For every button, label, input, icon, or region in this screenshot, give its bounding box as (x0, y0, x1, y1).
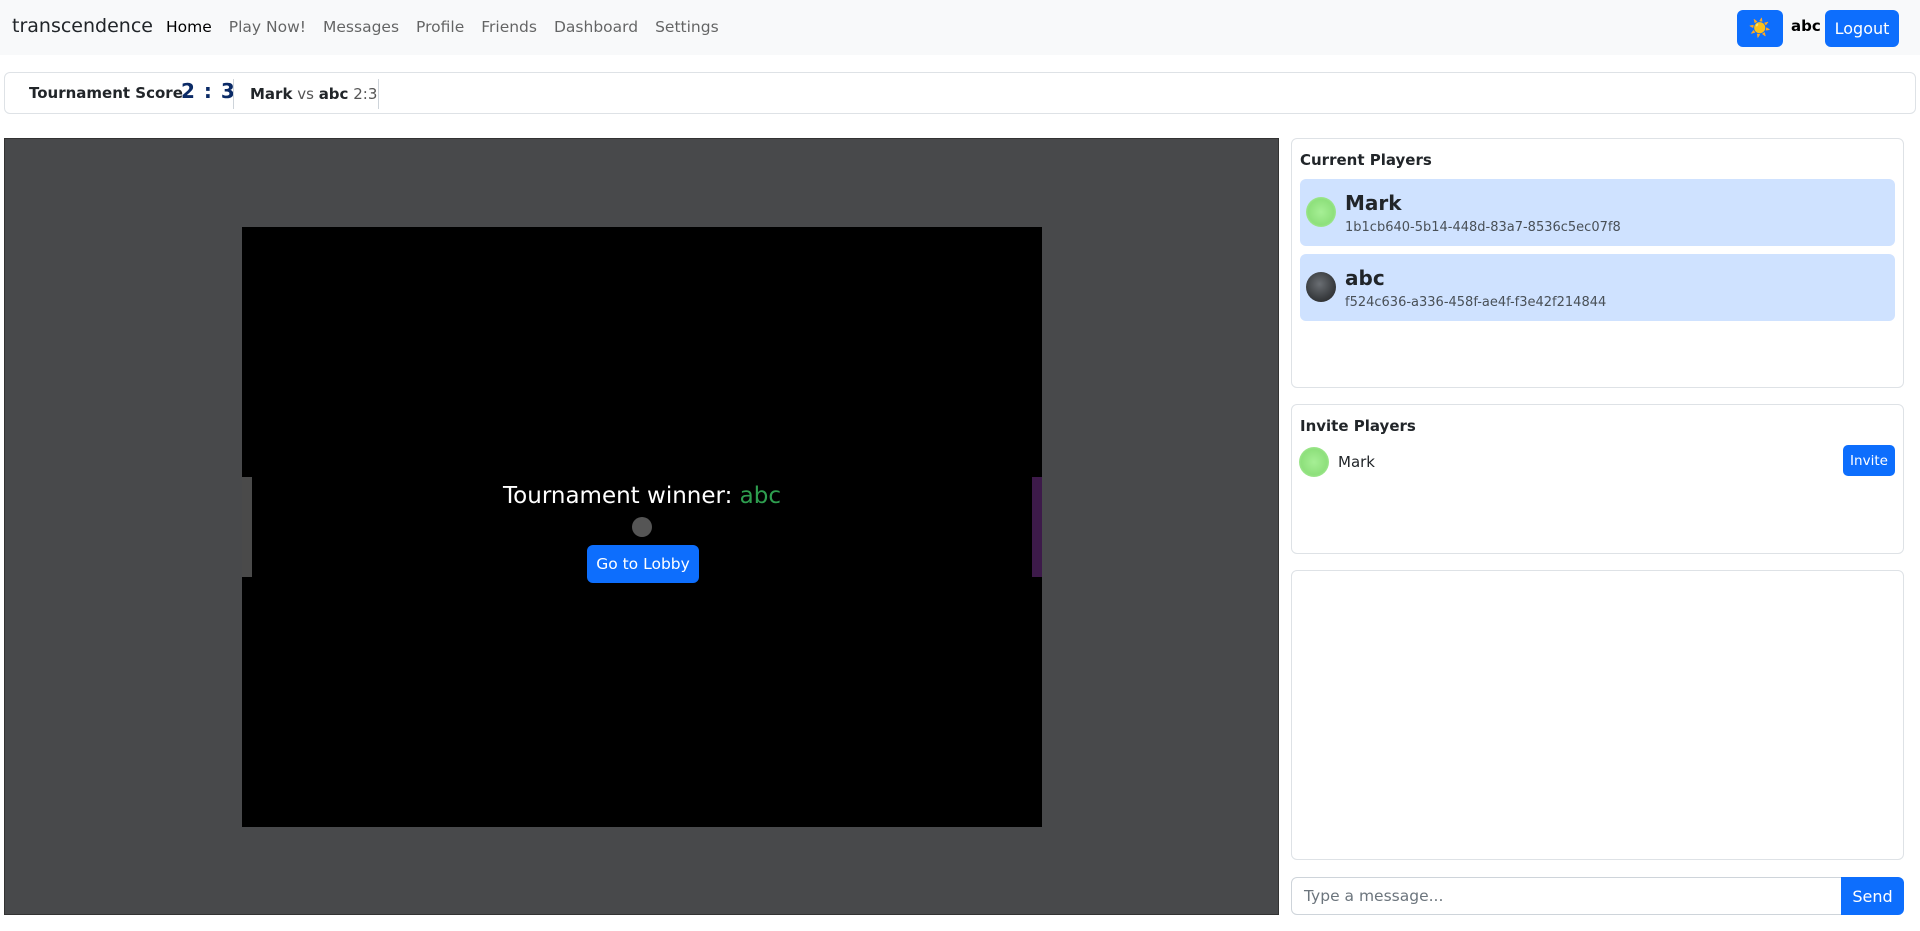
avatar (1299, 447, 1329, 477)
divider (233, 79, 234, 109)
chat-messages-panel (1291, 570, 1904, 860)
player-id: f524c636-a336-458f-ae4f-f3e42f214844 (1345, 295, 1607, 310)
match-player1: Mark (250, 85, 293, 103)
nav-messages[interactable]: Messages (323, 18, 399, 36)
current-players-panel: Current Players Mark 1b1cb640-5b14-448d-… (1291, 138, 1904, 388)
invite-player-name: Mark (1338, 453, 1375, 471)
current-username: abc (1791, 17, 1821, 35)
nav-play-now[interactable]: Play Now! (229, 18, 306, 36)
nav-friends[interactable]: Friends (481, 18, 537, 36)
current-players-title: Current Players (1300, 151, 1432, 169)
tournament-score-value: 2 : 3 (181, 79, 236, 103)
player-name: abc (1345, 266, 1385, 290)
divider (378, 79, 379, 109)
player-id: 1b1cb640-5b14-448d-83a7-8536c5ec07f8 (1345, 220, 1621, 235)
match-player2: abc (318, 85, 349, 103)
tournament-score-label: Tournament Score (29, 84, 183, 102)
nav-profile[interactable]: Profile (416, 18, 464, 36)
invite-players-panel: Invite Players Mark Invite (1291, 404, 1904, 554)
game-area: Tournament winner: abc Go to Lobby (4, 138, 1279, 915)
sun-icon: ☀️ (1748, 18, 1772, 39)
match-score: 2:3 (353, 85, 378, 103)
winner-label: Tournament winner: (503, 483, 740, 509)
match-result: Mark vs abc 2:3 (250, 85, 377, 103)
avatar (1306, 197, 1336, 227)
player-card[interactable]: abc f524c636-a336-458f-ae4f-f3e42f214844 (1300, 254, 1895, 321)
winner-name: abc (739, 483, 781, 509)
nav-home[interactable]: Home (166, 18, 212, 36)
tournament-scorebar: Tournament Score 2 : 3 Mark vs abc 2:3 (4, 72, 1916, 114)
theme-toggle-button[interactable]: ☀️ (1737, 10, 1783, 47)
nav-settings[interactable]: Settings (655, 18, 719, 36)
brand-logo[interactable]: transcendence (12, 15, 153, 37)
go-to-lobby-button[interactable]: Go to Lobby (587, 545, 699, 583)
navbar: transcendence Home Play Now! Messages Pr… (0, 0, 1920, 55)
invite-players-title: Invite Players (1300, 417, 1416, 435)
logout-button[interactable]: Logout (1825, 10, 1899, 47)
invite-button[interactable]: Invite (1843, 445, 1895, 476)
player-card[interactable]: Mark 1b1cb640-5b14-448d-83a7-8536c5ec07f… (1300, 179, 1895, 246)
ball (632, 517, 652, 537)
main-nav: Home Play Now! Messages Profile Friends … (166, 18, 736, 36)
send-button[interactable]: Send (1841, 877, 1904, 915)
match-vs: vs (297, 85, 314, 103)
nav-dashboard[interactable]: Dashboard (554, 18, 638, 36)
player-name: Mark (1345, 191, 1402, 215)
tournament-winner-text: Tournament winner: abc (242, 483, 1042, 509)
message-input[interactable]: Type a message... (1291, 877, 1843, 915)
avatar (1306, 272, 1336, 302)
game-canvas[interactable]: Tournament winner: abc Go to Lobby (242, 227, 1042, 827)
